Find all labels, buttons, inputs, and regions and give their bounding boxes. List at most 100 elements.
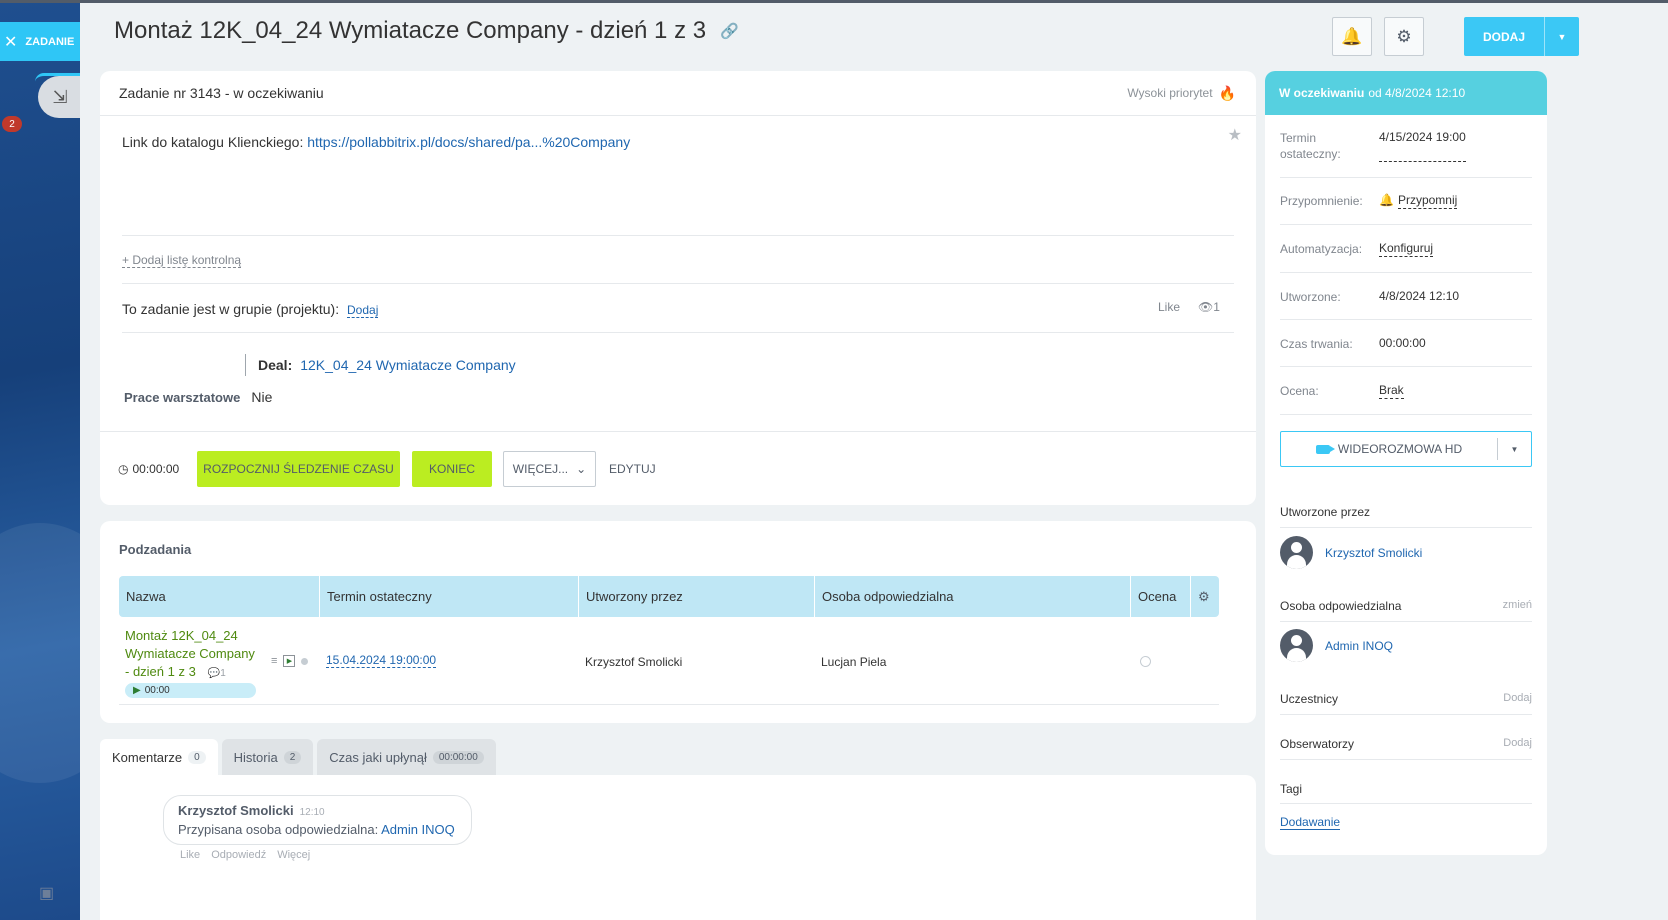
description-label: Link do katalogu Klienckiego:: [122, 134, 304, 150]
left-panel: ✕ ZADANIE ⇲ 2 ▣: [0, 3, 80, 920]
tab-comments-label: Komentarze: [112, 749, 183, 765]
link-icon[interactable]: 🔗: [720, 22, 739, 40]
menu-icon[interactable]: ≡: [271, 655, 277, 667]
start-tracking-button[interactable]: ROZPOCZNIJ ŚLEDZENIE CZASU: [197, 451, 400, 487]
star-icon[interactable]: ★: [1228, 125, 1242, 145]
divider: [1280, 621, 1532, 622]
divider: [1280, 803, 1532, 804]
creator-link[interactable]: Krzysztof Smolicki: [1325, 546, 1422, 560]
deal-link[interactable]: 12K_04_24 Wymiatacze Company: [300, 357, 515, 373]
responsible-title: Osoba odpowiedzialna: [1280, 599, 1402, 613]
tab-elapsed-time-label: Czas jaki upłynął: [329, 749, 427, 765]
automation-link[interactable]: Konfiguruj: [1379, 241, 1434, 257]
tab-history[interactable]: Historia 2: [221, 739, 314, 775]
comment-like[interactable]: Like: [180, 849, 200, 861]
subtasks-table: Nazwa Termin ostateczny Utworzony przez …: [119, 576, 1219, 705]
column-deadline[interactable]: Termin ostateczny: [320, 576, 579, 617]
add-tag-link[interactable]: Dodawanie: [1280, 815, 1341, 830]
divider: [1280, 177, 1532, 178]
edit-button[interactable]: EDYTUJ: [609, 462, 656, 476]
column-responsible[interactable]: Osoba odpowiedzialna: [815, 576, 1131, 617]
comment-count-value: 1: [220, 668, 226, 679]
tab-history-count: 2: [283, 750, 302, 764]
responsible-change-link[interactable]: zmień: [1503, 599, 1532, 613]
duration-value: 00:00:00: [1379, 336, 1426, 350]
comment-actions: Like Odpowiedź Więcej: [180, 849, 310, 861]
column-creator[interactable]: Utworzony przez: [579, 576, 815, 617]
subtask-name[interactable]: Montaż 12K_04_24 Wymiatacze Company - dz…: [125, 627, 260, 683]
divider: [1280, 224, 1532, 225]
avatar: [1280, 536, 1313, 569]
subtask-deadline[interactable]: 15.04.2024 19:00:00: [326, 653, 437, 668]
responsible-link[interactable]: Admin INOQ: [1325, 639, 1393, 653]
task-slider-tab[interactable]: ✕ ZADANIE: [0, 22, 80, 61]
avatar: [1280, 629, 1313, 662]
gear-icon: ⚙: [1396, 26, 1412, 46]
divider: [1280, 414, 1532, 415]
subtask-responsible: Lucjan Piela: [821, 655, 887, 669]
like-link[interactable]: Like: [1158, 300, 1180, 314]
more-button[interactable]: WIĘCEJ... ⌄: [503, 451, 596, 487]
gear-icon[interactable]: ⚙: [1191, 576, 1219, 617]
settings-button[interactable]: ⚙: [1384, 17, 1424, 56]
divider: [122, 332, 1234, 333]
comment-bubble: Krzysztof Smolicki 12:10 Przypisana osoba…: [163, 795, 472, 845]
tab-comments[interactable]: Komentarze 0: [100, 739, 218, 775]
group-add-link[interactable]: Dodaj: [347, 303, 379, 318]
rating-value[interactable]: Brak: [1379, 383, 1404, 399]
observers-header: Obserwatorzy Dodaj: [1280, 737, 1532, 751]
close-icon[interactable]: ✕: [4, 32, 17, 52]
priority-toggle[interactable]: Wysoki priorytet 🔥: [1127, 85, 1236, 102]
print-icon[interactable]: ▣: [39, 883, 54, 903]
divider: [1280, 319, 1532, 320]
timer-value: 00:00:00: [132, 462, 180, 476]
subtasks-title: Podzadania: [119, 542, 192, 557]
duration-field: Czas trwania: 00:00:00: [1280, 336, 1532, 352]
deadline-value[interactable]: 4/15/2024 19:00: [1379, 130, 1466, 162]
page-title: Montaż 12K_04_24 Wymiatacze Company - dz…: [114, 17, 739, 45]
chevron-down-icon[interactable]: ▼: [1497, 438, 1531, 460]
duration-label: Czas trwania:: [1280, 337, 1353, 351]
bell-button[interactable]: 🔔: [1332, 17, 1372, 56]
row-actions: ≡ ▶: [271, 655, 309, 667]
views-counter: 👁1: [1198, 300, 1220, 314]
comment-link[interactable]: Admin INOQ: [381, 822, 455, 837]
add-button[interactable]: DODAJ ▼: [1464, 17, 1579, 56]
participants-header: Uczestnicy Dodaj: [1280, 692, 1532, 706]
add-checklist-link[interactable]: + Dodaj listę kontrolną: [122, 253, 242, 268]
rating-label: Ocena:: [1280, 384, 1319, 398]
play-icon[interactable]: ▶: [283, 655, 296, 667]
column-rating[interactable]: Ocena: [1131, 576, 1191, 617]
tabs-bar: Komentarze 0 Historia 2 Czas jaki upłynął 0…: [100, 739, 496, 775]
participants-add-link[interactable]: Dodaj: [1503, 692, 1532, 706]
video-call-button[interactable]: WIDEOROZMOWA HD ▼: [1280, 431, 1532, 467]
divider: [122, 283, 1234, 284]
task-card: Zadanie nr 3143 - w oczekiwaniu Wysoki p…: [100, 71, 1256, 505]
finish-button[interactable]: KONIEC: [412, 451, 492, 487]
deadline-label: Termin ostateczny:: [1280, 131, 1341, 161]
background-wave: [0, 523, 80, 783]
rating-field: Ocena: Brak: [1280, 383, 1532, 399]
comment-count: 💬1: [207, 668, 226, 679]
reminder-link[interactable]: Przypomnij: [1397, 193, 1458, 209]
comment-time: 12:10: [299, 807, 325, 818]
description-link[interactable]: https://pollabbitrix.pl/docs/shared/pa..…: [307, 134, 630, 150]
video-call-label: WIDEOROZMOWA HD: [1337, 442, 1463, 456]
tab-comments-count: 0: [188, 750, 206, 764]
play-icon: ▶: [133, 685, 141, 696]
rating-circle-icon[interactable]: [1140, 656, 1151, 667]
comment-more[interactable]: Więcej: [277, 849, 310, 861]
comment-author[interactable]: Krzysztof Smolicki: [178, 803, 294, 818]
minimize-button[interactable]: ⇲: [35, 73, 80, 118]
eye-icon: 👁: [1198, 300, 1214, 314]
created-label: Utworzone:: [1280, 290, 1341, 304]
tab-elapsed-time[interactable]: Czas jaki upłynął 00:00:00: [317, 739, 496, 775]
observers-add-link[interactable]: Dodaj: [1503, 737, 1532, 751]
comment-reply[interactable]: Odpowiedź: [211, 849, 266, 861]
clock-icon: ◷: [118, 462, 129, 476]
column-name[interactable]: Nazwa: [119, 576, 320, 617]
subtask-timer[interactable]: ▶ 00:00: [125, 683, 256, 698]
chevron-down-icon[interactable]: ▼: [1544, 17, 1579, 56]
notification-badge: 2: [2, 116, 22, 132]
more-button-label: WIĘCEJ...: [512, 462, 569, 476]
